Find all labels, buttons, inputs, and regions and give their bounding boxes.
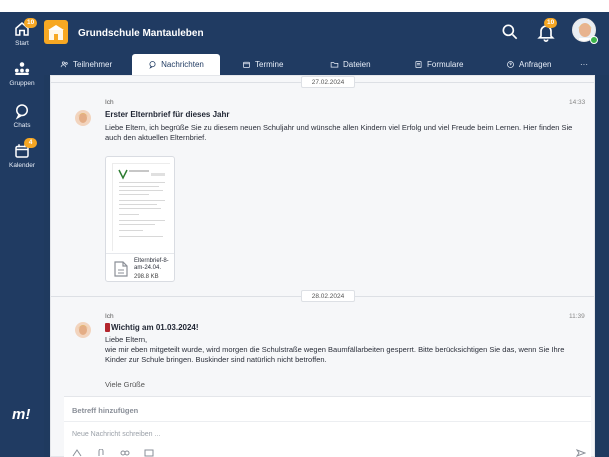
sidebar-item-label: Kalender <box>8 162 36 169</box>
message-time: 11:39 <box>569 313 585 320</box>
message-time: 14:33 <box>569 99 586 106</box>
message-body: wie mir eben mitgeteilt wurde, wird morg… <box>105 345 565 364</box>
top-bar: Grundschule Mantauleben 10 <box>44 12 609 54</box>
document-thumbnail <box>113 164 171 252</box>
sidebar-item-start[interactable]: Start 10 <box>0 18 44 47</box>
author-avatar[interactable] <box>75 110 91 126</box>
composer-toolbar <box>72 449 154 457</box>
attachment-card[interactable]: Elternbrief-8-am-24.04. 298.8 KB <box>105 156 175 282</box>
brand-logo: m! <box>12 406 31 423</box>
sidebar-item-calendar[interactable]: Kalender 4 <box>0 138 44 169</box>
tab-forms[interactable]: Formulare <box>414 54 463 75</box>
question-icon <box>507 61 514 68</box>
send-icon[interactable] <box>576 449 586 457</box>
attachment-footer: Elternbrief-8-am-24.04. 298.8 KB <box>106 253 174 281</box>
date-chip: 28.02.2024 <box>301 290 355 302</box>
important-icon <box>105 323 110 332</box>
avatar-image <box>78 113 88 123</box>
message-body-closing: Viele Grüße <box>105 380 145 389</box>
subject-input[interactable]: Betreff hinzufügen <box>72 406 138 415</box>
tab-files[interactable]: Dateien <box>330 54 371 75</box>
chat-icon <box>149 61 156 69</box>
search-icon[interactable] <box>500 22 520 42</box>
attach-icon[interactable] <box>96 449 106 457</box>
group-title[interactable]: Grundschule Mantauleben <box>78 28 204 39</box>
date-chip: 27.02.2024 <box>301 76 355 88</box>
composer-divider <box>64 421 591 422</box>
tab-bar: Teilnehmer Nachrichten Termine Dateien F… <box>44 54 609 75</box>
attachment-preview <box>112 163 171 252</box>
sidebar-item-groups[interactable]: Gruppen <box>0 60 44 87</box>
message-title: Erster Elternbrief für dieses Jahr <box>105 110 230 119</box>
more-icon[interactable]: ··· <box>580 54 588 75</box>
message-body: Liebe Eltern, ich begrüße Sie zu diesem … <box>105 123 573 142</box>
author-avatar[interactable] <box>75 322 91 338</box>
tab-requests[interactable]: Anfragen <box>506 54 551 75</box>
sidebar-item-label: Start <box>15 40 29 47</box>
notifications-badge: 10 <box>544 18 558 28</box>
avatar-image <box>78 325 88 335</box>
people-icon <box>60 61 68 68</box>
chat-icon <box>15 104 28 120</box>
tab-messages[interactable]: Nachrichten <box>132 54 220 75</box>
folder-icon <box>330 62 339 68</box>
sidebar-item-label: Gruppen <box>9 80 35 87</box>
tab-participants[interactable]: Teilnehmer <box>60 54 112 75</box>
groups-icon <box>14 62 30 75</box>
link-icon[interactable] <box>120 449 130 457</box>
form-icon <box>415 61 422 68</box>
message-body-greeting: Liebe Eltern, <box>105 335 148 344</box>
start-badge: 10 <box>24 18 38 28</box>
attachment-name: Elternbrief-8-am-24.04. <box>134 258 169 271</box>
sidebar-item-label: Chats <box>13 122 31 129</box>
file-icon <box>114 261 128 277</box>
sidebar: Start 10 Gruppen Chats Kalender 4 m! <box>0 12 44 457</box>
tab-appointments[interactable]: Termine <box>242 54 283 75</box>
image-icon[interactable] <box>144 449 154 457</box>
online-status-dot <box>590 36 598 44</box>
format-icon[interactable] <box>72 449 82 457</box>
group-logo[interactable] <box>44 20 68 44</box>
message-author: Ich <box>105 313 114 320</box>
school-icon <box>48 25 64 40</box>
message-title: Wichtig am 01.03.2024! <box>111 323 199 332</box>
sidebar-item-chats[interactable]: Chats <box>0 102 44 129</box>
message-author: Ich <box>105 99 114 106</box>
calendar-icon <box>243 61 250 68</box>
message-composer: Betreff hinzufügen Neue Nachricht schrei… <box>64 396 591 457</box>
message-input[interactable]: Neue Nachricht schreiben ... <box>72 431 160 438</box>
calendar-badge: 4 <box>24 138 37 148</box>
attachment-size: 298.8 KB <box>134 274 159 280</box>
